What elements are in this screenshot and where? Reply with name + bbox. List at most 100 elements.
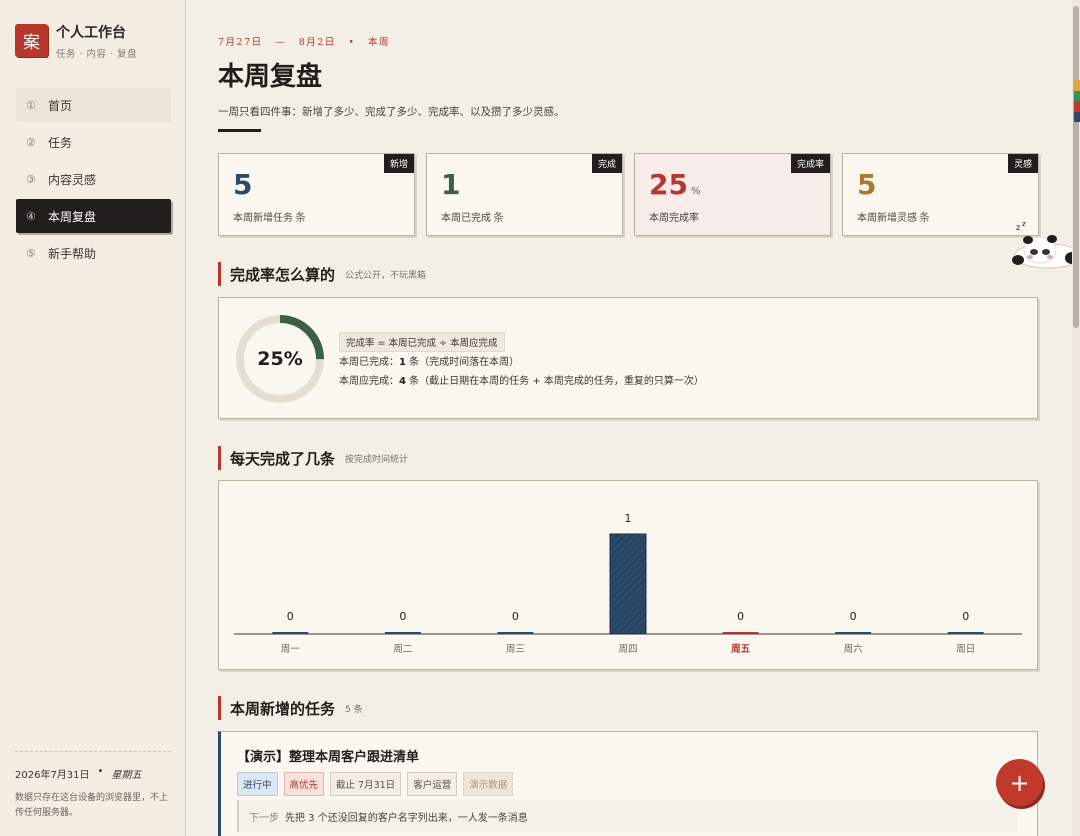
stat-tag: 完成 [591,154,622,173]
sidebar-item-home[interactable]: ① 首页 [16,88,171,122]
stat-tag: 完成率 [790,154,830,173]
sidebar-nav: ① 首页 ② 任务 ③ 内容灵感 ④ 本周复盘 ⑤ 新手帮助 [16,88,171,273]
sidebar-footer: 2026年7月31日 • 星期五 数据只存在这台设备的浏览器里，不上传任何服务器… [15,751,171,821]
next-step-text: 先把 3 个还没回复的客户名字列出来，一人发一条消息 [285,813,528,824]
task-card[interactable]: 【演示】整理本周客户跟进清单 进行中 高优先 截止 7月31日 客户运营 演示数… [218,731,1038,836]
scrollbar[interactable] [1072,0,1080,836]
range-start: 7月27日 [218,37,263,48]
title-underline [218,129,261,132]
svg-text:z: z [1022,220,1026,228]
chart-bar [384,632,421,634]
status-chip: 进行中 [237,772,278,796]
section-heading-rate: 完成率怎么算的 公式公开，不玩黑箱 [218,262,426,286]
chart-value-label: 0 [962,610,969,623]
chart-value-label: 0 [850,610,857,623]
sidebar-item-label: 本周复盘 [48,209,97,224]
section-count: 5 条 [345,704,363,715]
chart-bar [835,632,872,634]
chart-tick-label: 周日 [956,644,975,655]
chart-tick-label: 周五 [731,644,751,655]
range-end: 8月2日 [298,37,336,48]
section-title: 每天完成了几条 [230,449,336,468]
stat-value: 25% [649,168,701,201]
section-subtitle: 公式公开，不玩黑箱 [345,270,427,281]
daily-chart-panel: 0 周一 0 周二 0 周三 1 周四 0 周五 0 周六 0 周日 [218,480,1038,670]
task-title[interactable]: 【演示】整理本周客户跟进清单 [237,746,419,765]
chart-value-label: 1 [625,512,632,525]
sidebar-item-number: ③ [26,172,36,186]
stat-value: 5 [233,168,253,201]
range-dash: — [275,37,287,48]
brand-seal-logo: 案 [15,24,48,57]
sidebar-item-number: ⑤ [26,246,36,260]
brand-subtitle: 任务 · 内容 · 复盘 [56,49,138,60]
stat-value: 1 [441,168,461,201]
sidebar-item-number: ② [26,135,36,149]
current-date-text: 2026年7月31日 [15,770,90,781]
sidebar-item-number: ① [26,98,36,112]
chart-bar [722,632,759,634]
panda-icon: z z [1012,220,1080,269]
sidebar-item-label: 任务 [48,135,73,150]
chart-value-label: 0 [737,610,744,623]
chart-bar [609,533,647,635]
daily-completion-chart: 0 周一 0 周二 0 周三 1 周四 0 周五 0 周六 0 周日 [234,512,1022,655]
chart-tick-label: 周一 [281,644,301,655]
completion-ring-value: 25% [257,348,303,370]
range-label: 本周 [367,37,390,48]
chart-tick-label: 周四 [618,644,637,655]
task-chips: 进行中 高优先 截止 7月31日 客户运营 演示数据 [237,772,514,796]
add-button[interactable]: + [996,759,1043,806]
sidebar-item-label: 内容灵感 [48,172,97,187]
due-explanation: 本周应完成：4 条（截止日期在本周的任务 + 本周完成的任务，重复的只算一次） [339,376,704,387]
stat-card-completed: 完成 1 本周已完成条 [426,153,623,236]
main-content: 7月27日 — 8月2日 • 本周 本周复盘 一周只看四件事：新增了多少、完成了… [186,0,1072,836]
current-weekday: 星期五 [111,770,142,781]
stat-label: 本周已完成条 [441,211,504,224]
rate-panel: 25% 完成率 = 本周已完成 ÷ 本周应完成 本周已完成：1 条（完成时间落在… [218,297,1038,419]
due-date-chip: 截止 7月31日 [330,772,402,796]
chart-tick-label: 周二 [393,644,412,655]
section-subtitle: 按完成时间统计 [345,454,409,465]
section-heading-new-tasks: 本周新增的任务 5 条 [218,696,363,720]
chart-tick-label: 周六 [844,643,864,655]
sidebar-item-tasks[interactable]: ② 任务 [16,125,171,159]
demo-data-chip: 演示数据 [463,772,514,796]
privacy-note: 数据只存在这台设备的浏览器里，不上传任何服务器。 [15,793,169,818]
completion-ring: 25% [233,312,327,406]
stat-label: 本周新增任务条 [233,211,306,224]
stat-card-completion-rate: 完成率 25% 本周完成率 [634,153,831,236]
sidebar-item-weekly-review[interactable]: ④ 本周复盘 [16,199,171,233]
sleeping-panda-mascot: z z [1010,220,1080,274]
category-chip: 客户运营 [407,772,458,796]
page-description: 一周只看四件事：新增了多少、完成了多少、完成率、以及攒了多少灵感。 [218,106,565,118]
sidebar-item-ideas[interactable]: ③ 内容灵感 [16,162,171,196]
chart-bar [272,632,309,634]
sidebar-item-label: 首页 [48,98,73,113]
brand-title: 个人工作台 [56,25,126,41]
section-heading-daily: 每天完成了几条 按完成时间统计 [218,446,408,470]
stat-label: 本周新增灵感条 [857,211,930,224]
current-date: 2026年7月31日 • 星期五 [15,766,171,781]
scrollbar-thumb[interactable] [1073,6,1079,328]
sidebar-item-label: 新手帮助 [48,246,97,261]
section-title: 本周新增的任务 [230,699,336,718]
sidebar: 案 个人工作台 任务 · 内容 · 复盘 ① 首页 ② 任务 ③ 内容灵感 ④ … [0,0,186,836]
sidebar-item-help[interactable]: ⑤ 新手帮助 [16,236,171,270]
formula-box: 完成率 = 本周已完成 ÷ 本周应完成 [339,332,505,352]
page-title: 本周复盘 [218,62,323,92]
stat-tag: 灵感 [1007,154,1038,173]
chart-bar [497,632,534,634]
week-range: 7月27日 — 8月2日 • 本周 [218,34,398,48]
chart-tick-label: 周三 [506,644,525,655]
next-step: 下一步 先把 3 个还没回复的客户名字列出来，一人发一条消息 [237,800,1017,832]
chart-value-label: 0 [512,610,519,623]
stat-tag: 新增 [383,154,414,173]
priority-chip: 高优先 [283,772,325,796]
date-separator: • [97,766,104,777]
next-step-label: 下一步 [249,813,279,824]
stat-card-new-tasks: 新增 5 本周新增任务条 [218,153,415,236]
stat-label: 本周完成率 [649,213,699,224]
range-dot: • [348,37,356,48]
chart-value-label: 0 [287,610,294,623]
